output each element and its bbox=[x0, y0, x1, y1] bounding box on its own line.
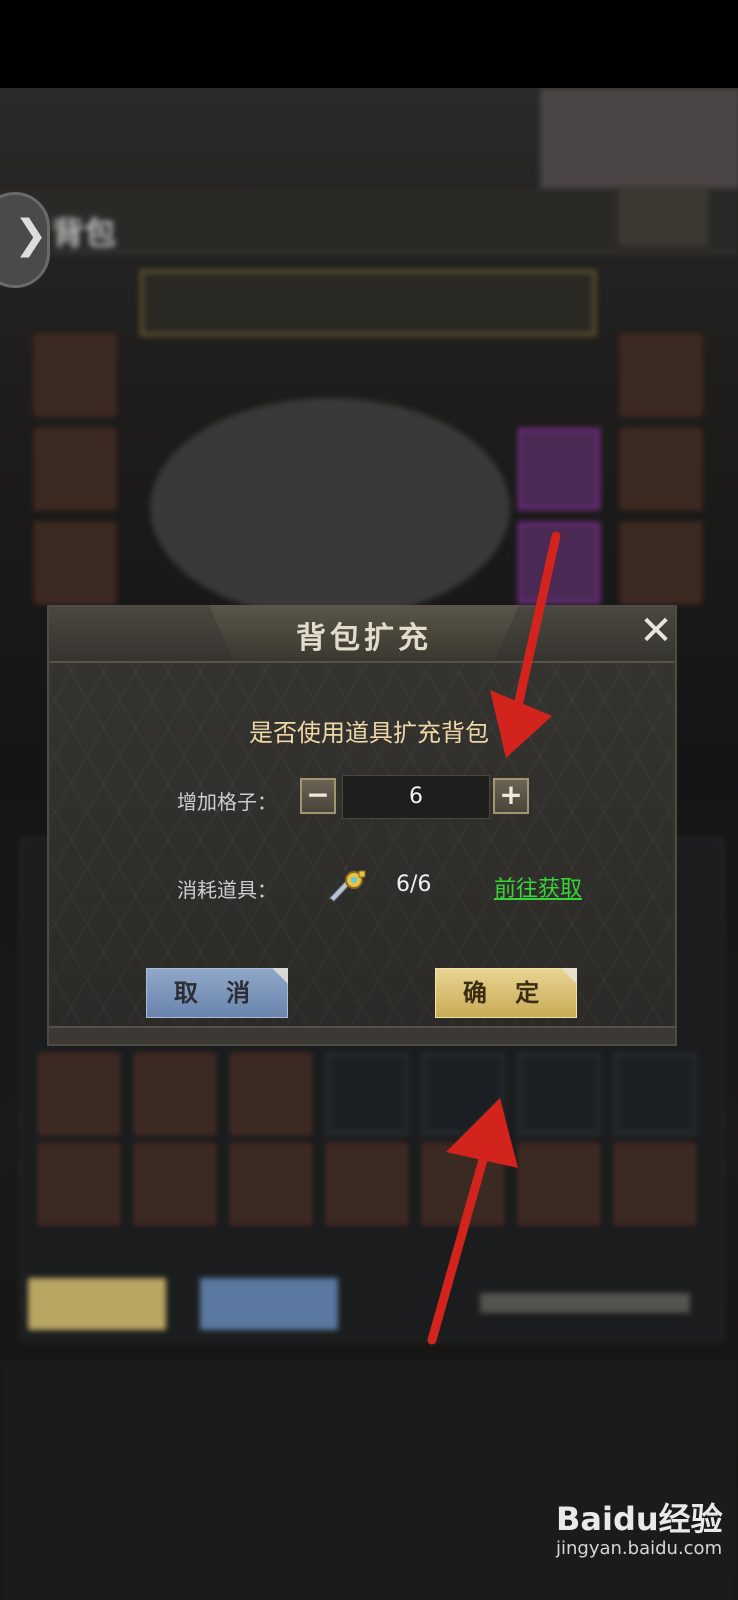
status-bar-area bbox=[0, 0, 738, 88]
bg-bottom-text bbox=[480, 1293, 690, 1313]
bg-equip-slot bbox=[620, 522, 702, 604]
dialog-title: 背包扩充 bbox=[296, 621, 432, 656]
bg-close-button bbox=[618, 186, 708, 246]
bg-inventory-slot bbox=[326, 1143, 408, 1225]
bg-inventory-slot bbox=[614, 1053, 696, 1135]
bg-inventory-slot bbox=[614, 1143, 696, 1225]
item-count: 6/6 bbox=[396, 872, 432, 897]
bg-sky bbox=[540, 88, 738, 188]
bg-bottom-button bbox=[28, 1278, 166, 1330]
expand-bag-dialog: 背包扩充 ✕ bbox=[47, 605, 677, 1046]
bg-equip-slot bbox=[620, 428, 702, 510]
bg-inventory-slot bbox=[230, 1143, 312, 1225]
baidu-watermark: Baidu经验 jingyan.baidu.com bbox=[556, 1494, 723, 1559]
bg-hint-banner bbox=[140, 270, 596, 336]
bg-bottom-button bbox=[200, 1278, 338, 1330]
bg-inventory-slot bbox=[518, 1143, 600, 1225]
cancel-button[interactable]: 取 消 bbox=[146, 968, 288, 1018]
consume-item-label: 消耗道具： bbox=[177, 878, 277, 902]
bg-inventory-slot bbox=[38, 1053, 120, 1135]
add-slots-label: 增加格子： bbox=[177, 790, 277, 814]
bg-inventory-slot bbox=[230, 1053, 312, 1135]
bg-equip-slot bbox=[34, 522, 116, 604]
bg-inventory-slot bbox=[134, 1143, 216, 1225]
bg-inventory-slot bbox=[326, 1053, 408, 1135]
dialog-footer bbox=[49, 1026, 675, 1044]
quantity-input[interactable]: 6 bbox=[342, 775, 490, 819]
bg-inventory-slot bbox=[518, 1053, 600, 1135]
bg-equip-slot bbox=[620, 334, 702, 416]
watermark-logo: Baidu经验 bbox=[556, 1500, 723, 1538]
bg-inventory-slot bbox=[422, 1143, 504, 1225]
confirm-button-label: 确 定 bbox=[462, 979, 550, 1007]
watermark-url: jingyan.baidu.com bbox=[556, 1538, 723, 1559]
bg-bottom-nav bbox=[0, 1360, 738, 1600]
chevron-right-icon: ❯ bbox=[14, 212, 48, 258]
bg-equip-slot bbox=[518, 428, 600, 510]
close-icon[interactable]: ✕ bbox=[634, 611, 678, 651]
bg-inventory-slot bbox=[422, 1053, 504, 1135]
wrench-key-icon bbox=[329, 870, 366, 902]
bg-inventory-slot bbox=[38, 1143, 120, 1225]
bg-equip-slot bbox=[518, 522, 600, 604]
dialog-header: 背包扩充 ✕ bbox=[49, 605, 678, 663]
bg-title: 背包 bbox=[52, 214, 117, 252]
bg-inventory-slot bbox=[134, 1053, 216, 1135]
confirm-button[interactable]: 确 定 bbox=[435, 968, 577, 1018]
bg-character bbox=[150, 398, 510, 618]
dialog-prompt: 是否使用道具扩充背包 bbox=[249, 719, 489, 747]
plus-button[interactable]: + bbox=[493, 778, 529, 814]
cancel-button-label: 取 消 bbox=[173, 979, 261, 1007]
goto-obtain-link[interactable]: 前往获取 bbox=[494, 871, 582, 903]
minus-button[interactable]: − bbox=[300, 778, 336, 814]
corner-decoration bbox=[561, 968, 577, 984]
bg-equip-slot bbox=[34, 334, 116, 416]
corner-decoration bbox=[272, 968, 288, 984]
bg-equip-slot bbox=[34, 428, 116, 510]
